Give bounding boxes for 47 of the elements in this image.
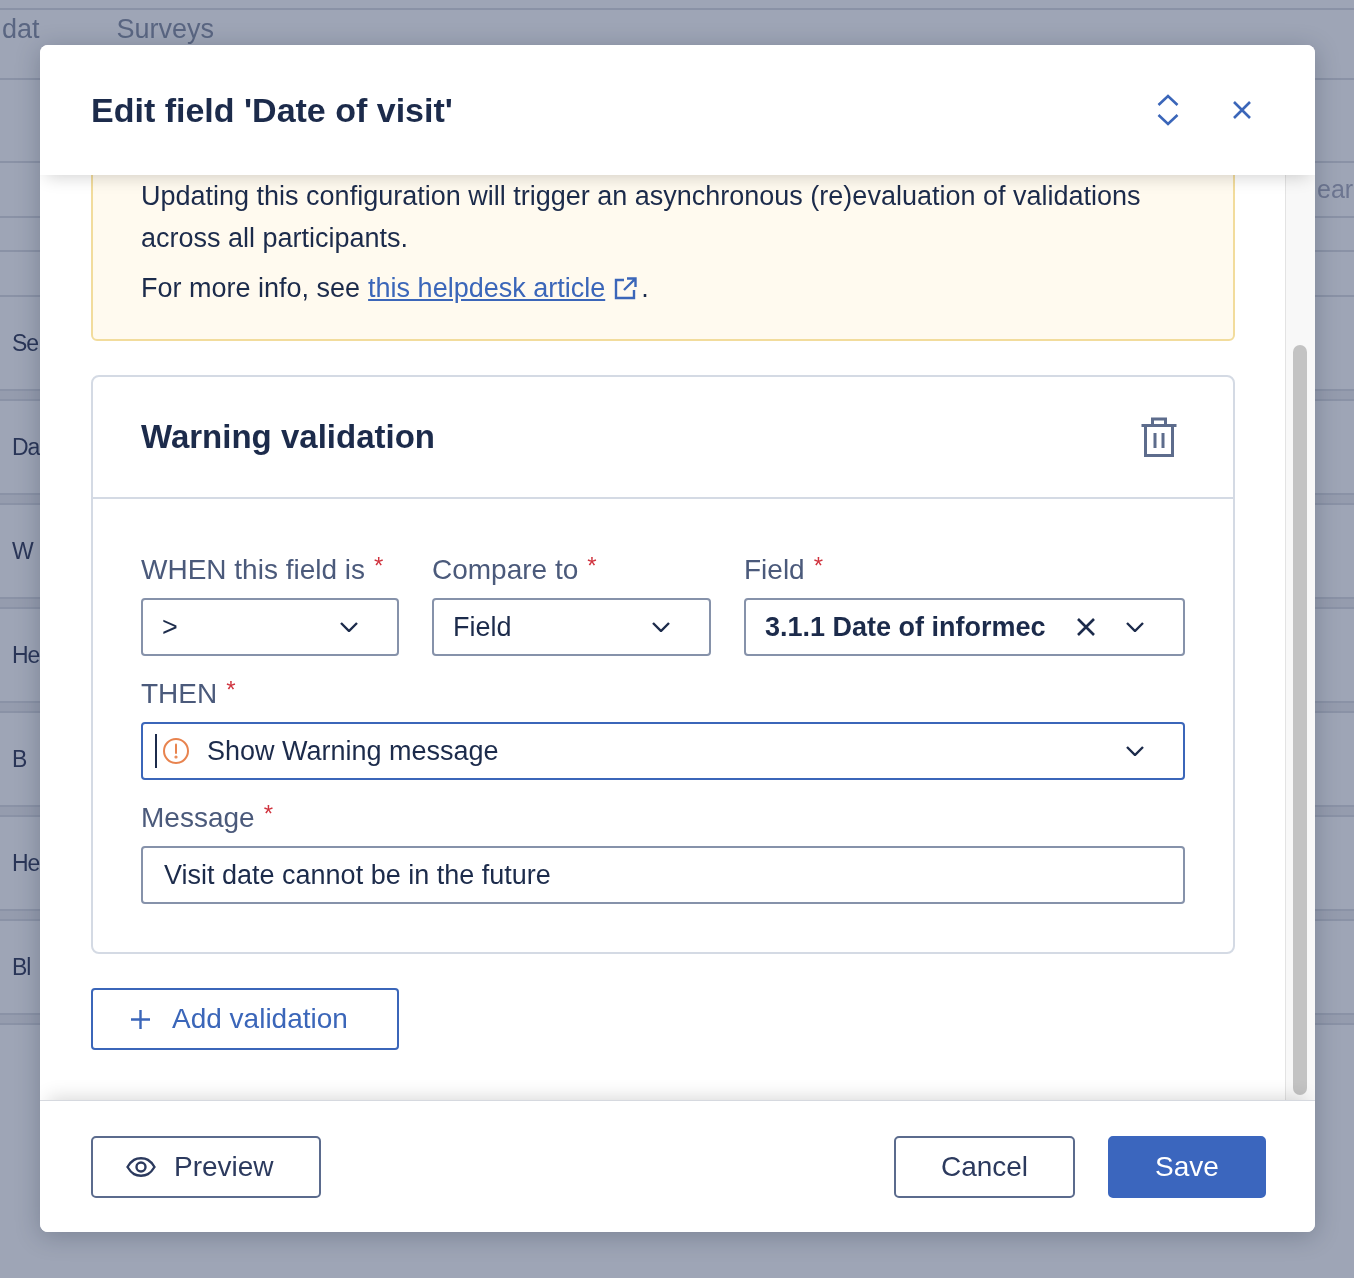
required-asterisk: *: [813, 554, 824, 578]
field-label: Message: [141, 802, 255, 834]
table-cell: He: [12, 641, 40, 669]
card-title: Warning validation: [141, 418, 435, 456]
helpdesk-link[interactable]: this helpdesk article: [368, 267, 606, 309]
save-button[interactable]: Save: [1108, 1136, 1266, 1198]
info-text: For more info, see this helpdesk article .: [141, 267, 1185, 309]
table-cell: Da: [12, 433, 40, 461]
field-label: Compare to: [432, 554, 579, 586]
action-select[interactable]: Show Warning message: [141, 722, 1185, 780]
dropdown-select[interactable]: 3.1.1 Date of informec: [744, 598, 1185, 656]
dropdown-select[interactable]: >: [141, 598, 399, 656]
notice-text: Updating this configuration will trigger an asynchronous (re)evaluation of validations across all participants.: [141, 180, 1142, 255]
chevron-down-icon: [1126, 746, 1144, 756]
field-label: THEN: [141, 678, 218, 710]
required-asterisk: *: [374, 554, 384, 578]
table-cell: He: [12, 849, 40, 877]
dialog-title: Edit field 'Date of visit': [91, 90, 453, 130]
cancel-button[interactable]: Cancel: [894, 1136, 1075, 1198]
table-cell: Bl: [12, 953, 31, 981]
trash-icon[interactable]: [1140, 417, 1178, 457]
table-cell: Se: [12, 329, 39, 357]
table-cell: W: [12, 537, 33, 565]
required-asterisk: *: [587, 554, 597, 578]
field-label: Field: [744, 554, 805, 586]
add-validation-button[interactable]: Add validation: [91, 988, 399, 1050]
chevron-down-icon: [652, 622, 670, 632]
chevron-down-icon: [1126, 622, 1144, 632]
warning-icon: [163, 738, 189, 764]
clear-icon[interactable]: [1077, 618, 1095, 636]
eye-icon: [126, 1157, 156, 1177]
text-cursor: [155, 734, 157, 768]
close-icon[interactable]: [1233, 101, 1251, 119]
message-input[interactable]: Visit date cannot be in the future: [141, 846, 1185, 904]
scrollbar-thumb[interactable]: [1293, 345, 1307, 1095]
dropdown-select[interactable]: Field: [432, 598, 711, 656]
required-asterisk: *: [226, 678, 236, 702]
plus-icon: [131, 1009, 150, 1029]
expand-icon[interactable]: [1157, 94, 1179, 126]
external-link-icon[interactable]: [614, 276, 638, 300]
table-cell: B: [12, 745, 27, 773]
required-asterisk: *: [263, 802, 273, 826]
chevron-down-icon: [340, 622, 358, 632]
tab-label: dat: [2, 15, 40, 43]
preview-button[interactable]: Preview: [91, 1136, 321, 1198]
field-label: WHEN this field is: [141, 554, 366, 586]
tab-label: Surveys: [116, 15, 215, 43]
